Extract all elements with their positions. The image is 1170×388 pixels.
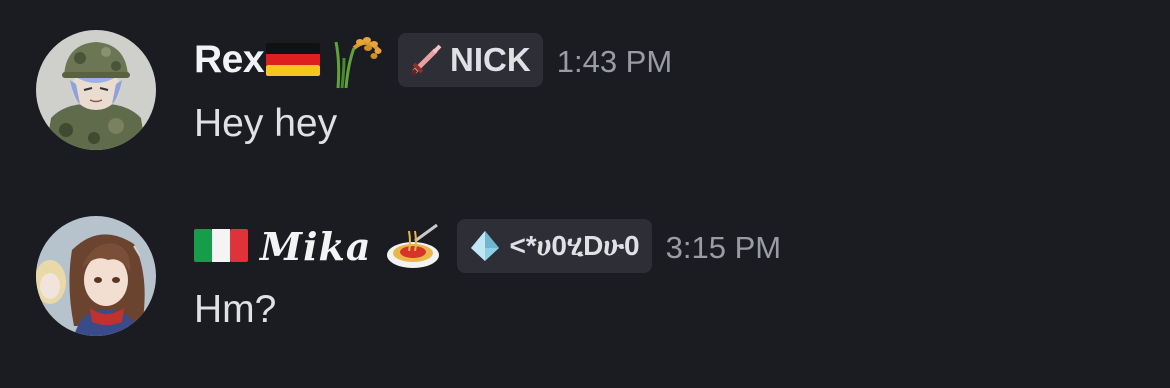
chat-message-list: Rex NICK 1:43 PM Hey hey Mika <*ሀ0ሂDሁ0 3… (0, 0, 1170, 388)
tag-text: NICK (450, 41, 531, 78)
user-tag[interactable]: NICK (398, 33, 543, 87)
user-tag[interactable]: <*ሀ0ሂDሁ0 (457, 219, 652, 273)
spaghetti-icon (385, 221, 443, 271)
pixel-sword-icon (408, 42, 444, 78)
message-header: Mika <*ሀ0ሂDሁ0 3:15 PM (194, 216, 781, 276)
message-text: Hey hey (194, 102, 338, 145)
sheaf-of-rice-icon (324, 30, 384, 90)
avatar-image (36, 216, 156, 336)
message-header: Rex NICK 1:43 PM (194, 30, 672, 90)
tag-text: <*ሀ0ሂDሁ0 (509, 229, 640, 261)
italy-flag-icon (194, 227, 248, 265)
message-text: Hm? (194, 288, 277, 331)
diamond-drop-icon (467, 228, 503, 264)
germany-flag-icon (266, 41, 321, 79)
timestamp: 3:15 PM (665, 230, 782, 265)
username[interactable]: Mika (260, 224, 371, 269)
timestamp: 1:43 PM (556, 44, 673, 79)
avatar-image (36, 30, 156, 150)
username[interactable]: Rex (194, 38, 265, 82)
avatar[interactable] (36, 30, 156, 150)
avatar[interactable] (36, 216, 156, 336)
